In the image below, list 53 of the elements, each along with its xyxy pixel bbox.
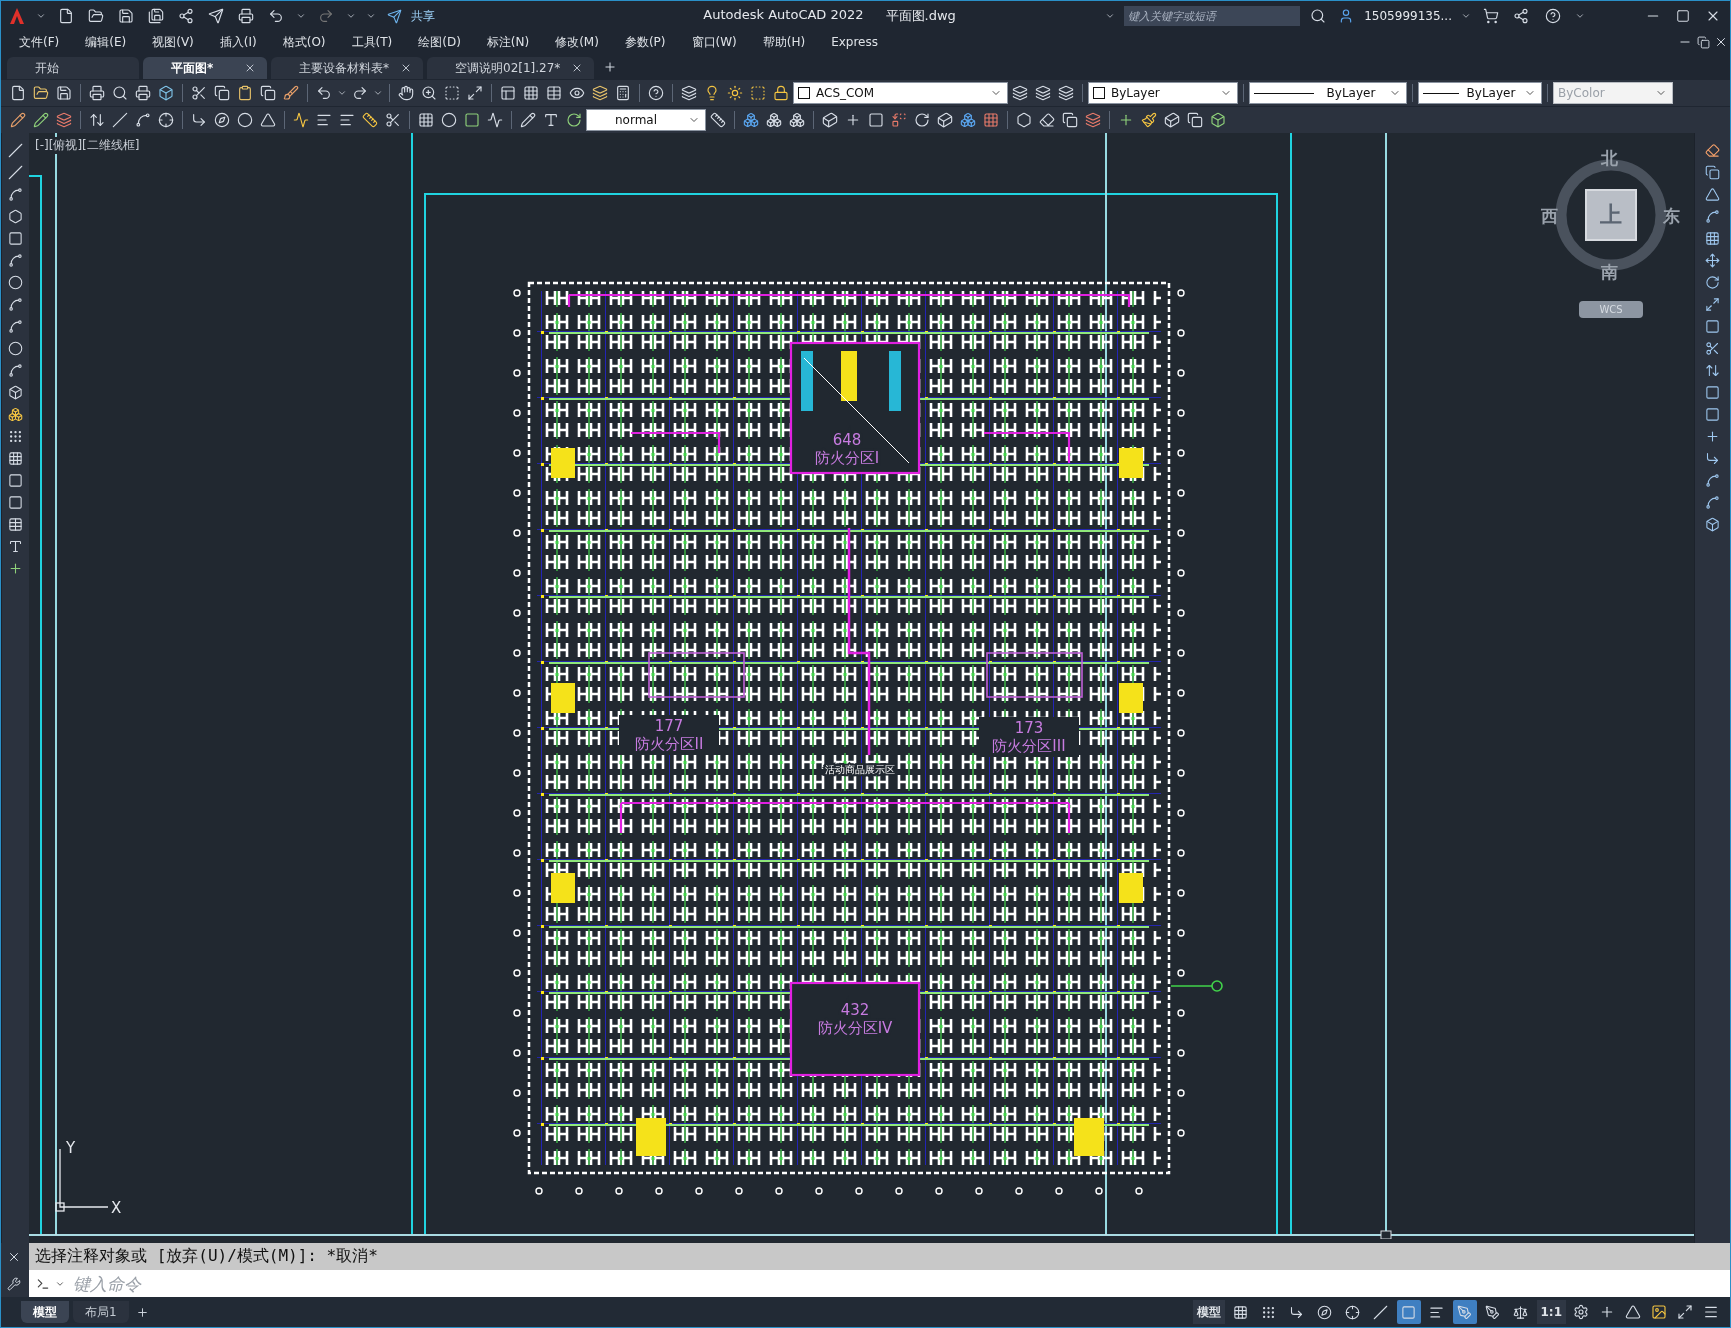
menu-item[interactable]: 绘图(D)	[412, 33, 471, 51]
menu-item[interactable]: 视图(V)	[146, 33, 204, 51]
zone-area-number: 648	[832, 431, 862, 449]
customize-icon[interactable]	[5, 1274, 23, 1293]
zone-name: 防火分区IV	[817, 1019, 893, 1037]
linetype-dropdown[interactable]: ByLayer	[1249, 82, 1407, 104]
lineweight-dropdown[interactable]: ByLayer	[1418, 82, 1542, 104]
menu-item[interactable]: 修改(M)	[549, 33, 609, 51]
menu-item[interactable]: 工具(T)	[345, 33, 403, 51]
search-field[interactable]: 键入关键字或短语	[1124, 6, 1301, 26]
selection-cycling-icon[interactable]	[1396, 1300, 1421, 1324]
dimension-style-dropdown[interactable]: normal	[586, 109, 706, 131]
x-axis-label: X	[111, 1199, 122, 1217]
document-tab[interactable]: 主要设备材料表*	[271, 57, 423, 79]
menu-item[interactable]: 文件(F)	[13, 33, 70, 51]
layer-dropdown[interactable]: ACS_COM	[793, 82, 1008, 104]
menu-item[interactable]: 参数(P)	[618, 33, 676, 51]
zone-area-number: 177	[654, 717, 684, 735]
user-account[interactable]: 1505999135...	[1364, 9, 1452, 23]
document-tab[interactable]: 平面图*	[143, 57, 267, 79]
menu-item[interactable]: 插入(I)	[213, 33, 267, 51]
annotation-scale-button[interactable]: 1:1	[1536, 1300, 1566, 1324]
share-button[interactable]: 共享	[411, 7, 435, 25]
layout-tab[interactable]: 模型	[21, 1301, 69, 1323]
zone-name: 防火分区II	[634, 735, 704, 753]
compass-north[interactable]: 北	[1601, 147, 1618, 170]
app-title: Autodesk AutoCAD 2022	[703, 7, 864, 24]
zone-area-number: 432	[840, 1001, 870, 1019]
compass-east[interactable]: 东	[1663, 205, 1680, 228]
restore-icon[interactable]	[1694, 33, 1712, 51]
app-logo-icon[interactable]	[7, 6, 27, 26]
menu-item[interactable]: 标注(N)	[480, 33, 540, 51]
menu-item[interactable]: 格式(O)	[276, 33, 336, 51]
share-icon[interactable]	[385, 7, 403, 25]
menu-item[interactable]: Express	[825, 35, 888, 49]
zone-name: 防火分区I	[814, 449, 880, 467]
y-axis-label: Y	[66, 1139, 76, 1157]
document-tab[interactable]: 空调说明02[1].27*	[427, 57, 595, 79]
compass-west[interactable]: 西	[1541, 205, 1558, 228]
zone-area-number: 173	[1014, 719, 1044, 737]
document-tab[interactable]: 开始	[7, 57, 139, 79]
viewport-controls[interactable]: [-][俯视][二维线框]	[33, 137, 142, 154]
menu-item[interactable]: 帮助(H)	[756, 33, 816, 51]
layout-tab[interactable]: 布局1	[73, 1301, 129, 1323]
command-history: 选择注释对象或 [放弃(U)/模式(M)]: *取消*	[29, 1243, 1730, 1270]
menu-item[interactable]: 编辑(E)	[79, 33, 137, 51]
menu-item[interactable]: 窗口(W)	[685, 33, 747, 51]
compass-south[interactable]: 南	[1601, 261, 1618, 284]
color-dropdown[interactable]: ByLayer	[1088, 82, 1238, 104]
file-name: 平面图.dwg	[885, 7, 956, 25]
annotation-visibility-icon[interactable]	[1452, 1300, 1477, 1324]
model-space-button[interactable]: 模型	[1192, 1300, 1225, 1324]
zone-name: 防火分区III	[992, 737, 1066, 755]
